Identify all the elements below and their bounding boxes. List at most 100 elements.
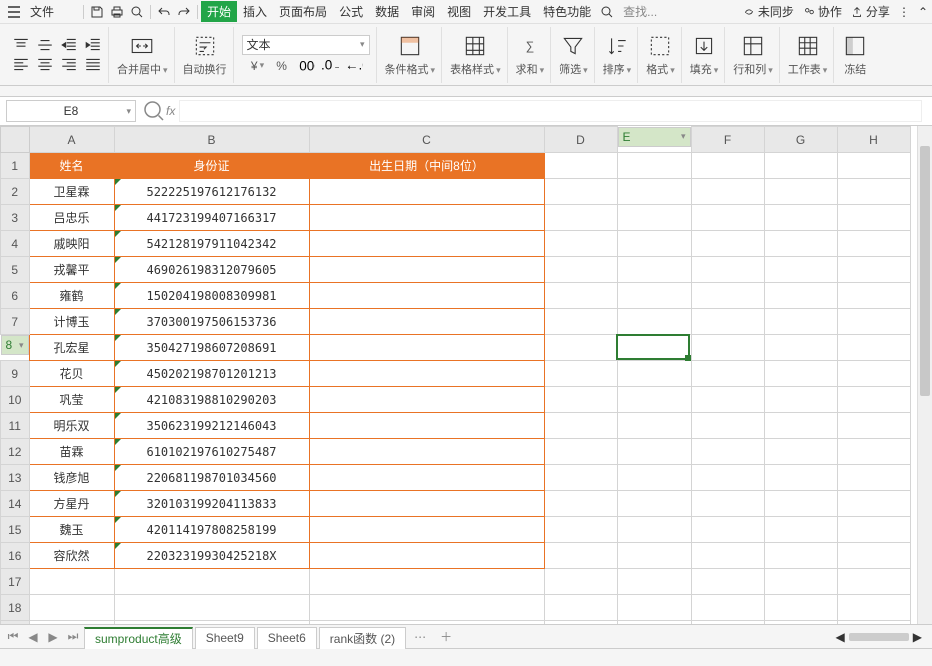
cell-C11[interactable] <box>309 413 544 439</box>
search-label[interactable]: 查找... <box>617 1 663 22</box>
search-icon[interactable] <box>599 4 615 20</box>
wrap-label[interactable]: 自动换行 <box>183 61 227 77</box>
cell-B1[interactable]: 身份证 <box>114 153 309 179</box>
cell-E3[interactable] <box>617 205 691 231</box>
cell-G6[interactable] <box>764 283 837 309</box>
row-header-3[interactable]: 3 <box>1 205 30 231</box>
cell-E12[interactable] <box>617 439 691 465</box>
cell-F11[interactable] <box>691 413 764 439</box>
sheet-tab-2[interactable]: Sheet6 <box>257 627 317 649</box>
col-header-A[interactable]: A <box>29 127 114 153</box>
cell-B5[interactable]: 469026198312079605 <box>114 257 309 283</box>
col-header-F[interactable]: F <box>691 127 764 153</box>
tab-formula[interactable]: 公式 <box>333 1 369 22</box>
cell-A14[interactable]: 方星丹 <box>29 491 114 517</box>
formula-input[interactable] <box>179 100 922 122</box>
cell-B9[interactable]: 450202198701201213 <box>114 361 309 387</box>
cell-G10[interactable] <box>764 387 837 413</box>
cell-A12[interactable]: 苗霖 <box>29 439 114 465</box>
cell-F16[interactable] <box>691 543 764 569</box>
row-header-19[interactable]: 19 <box>1 621 30 625</box>
row-header-18[interactable]: 18 <box>1 595 30 621</box>
cell-A5[interactable]: 戎馨平 <box>29 257 114 283</box>
undo-icon[interactable] <box>156 4 172 20</box>
cell-B16[interactable]: 22032319930425218X <box>114 543 309 569</box>
cell-A9[interactable]: 花贝 <box>29 361 114 387</box>
hscroll-thumb[interactable] <box>849 633 909 641</box>
menu-icon[interactable] <box>6 4 22 20</box>
cell-G8[interactable] <box>764 335 837 361</box>
cell-G18[interactable] <box>764 595 837 621</box>
cell-A10[interactable]: 巩莹 <box>29 387 114 413</box>
tab-first-icon[interactable]: ⏮ <box>4 629 22 644</box>
dec-dec-icon[interactable]: ←.0 <box>345 57 363 75</box>
tab-data[interactable]: 数据 <box>369 1 405 22</box>
cell-B6[interactable]: 150204198008309981 <box>114 283 309 309</box>
sync-status[interactable]: 未同步 <box>742 3 794 20</box>
align-center-icon[interactable] <box>36 56 54 74</box>
cell-F15[interactable] <box>691 517 764 543</box>
row-header-13[interactable]: 13 <box>1 465 30 491</box>
cell-C10[interactable] <box>309 387 544 413</box>
freeze-label[interactable]: 冻结 <box>844 61 866 77</box>
cell-C3[interactable] <box>309 205 544 231</box>
filter-icon[interactable] <box>560 33 586 59</box>
cell-H18[interactable] <box>837 595 910 621</box>
cell-H11[interactable] <box>837 413 910 439</box>
cell-B3[interactable]: 441723199407166317 <box>114 205 309 231</box>
cell-E11[interactable] <box>617 413 691 439</box>
cell-B7[interactable]: 370300197506153736 <box>114 309 309 335</box>
spreadsheet-table[interactable]: ABCDEFGH1姓名身份证出生日期（中间8位）2卫星霖522225197612… <box>0 126 911 624</box>
tablestyle-icon[interactable] <box>462 33 488 59</box>
row-header-5[interactable]: 5 <box>1 257 30 283</box>
cell-G3[interactable] <box>764 205 837 231</box>
cell-D3[interactable] <box>544 205 617 231</box>
cell-C9[interactable] <box>309 361 544 387</box>
cell-H7[interactable] <box>837 309 910 335</box>
tab-insert[interactable]: 插入 <box>237 1 273 22</box>
wrap-icon[interactable] <box>192 33 218 59</box>
cell-D4[interactable] <box>544 231 617 257</box>
cell-B17[interactable] <box>114 569 309 595</box>
cell-B13[interactable]: 220681198701034560 <box>114 465 309 491</box>
cell-E18[interactable] <box>617 595 691 621</box>
row-header-10[interactable]: 10 <box>1 387 30 413</box>
rowcol-icon[interactable] <box>740 33 766 59</box>
zoom-search-icon[interactable] <box>142 99 166 123</box>
cell-B12[interactable]: 610102197610275487 <box>114 439 309 465</box>
scrollbar-thumb[interactable] <box>920 146 930 396</box>
cell-A2[interactable]: 卫星霖 <box>29 179 114 205</box>
col-header-H[interactable]: H <box>837 127 910 153</box>
cell-D13[interactable] <box>544 465 617 491</box>
tab-last-icon[interactable]: ⏭ <box>64 629 82 644</box>
cell-D1[interactable] <box>544 153 617 179</box>
tab-add-icon[interactable]: ＋ <box>434 628 458 645</box>
cell-E9[interactable] <box>617 361 691 387</box>
tab-review[interactable]: 审阅 <box>405 1 441 22</box>
sort-label[interactable]: 排序 <box>603 61 632 77</box>
name-box[interactable]: E8 <box>6 100 136 122</box>
cell-H3[interactable] <box>837 205 910 231</box>
row-header-2[interactable]: 2 <box>1 179 30 205</box>
condfmt-icon[interactable] <box>397 33 423 59</box>
cell-D17[interactable] <box>544 569 617 595</box>
cell-A15[interactable]: 魏玉 <box>29 517 114 543</box>
row-header-7[interactable]: 7 <box>1 309 30 335</box>
cell-D18[interactable] <box>544 595 617 621</box>
cell-E15[interactable] <box>617 517 691 543</box>
number-format-select[interactable]: 文本 <box>242 35 370 55</box>
cell-F17[interactable] <box>691 569 764 595</box>
cell-C15[interactable] <box>309 517 544 543</box>
cell-F6[interactable] <box>691 283 764 309</box>
cell-G11[interactable] <box>764 413 837 439</box>
hscroll-right-icon[interactable]: ▶ <box>913 630 922 644</box>
cell-G9[interactable] <box>764 361 837 387</box>
share-button[interactable]: 分享 <box>850 3 890 20</box>
row-header-12[interactable]: 12 <box>1 439 30 465</box>
cell-D15[interactable] <box>544 517 617 543</box>
cell-D19[interactable] <box>544 621 617 625</box>
dec-inc-icon[interactable]: .0→ <box>321 57 339 75</box>
cell-C2[interactable] <box>309 179 544 205</box>
cell-B11[interactable]: 350623199212146043 <box>114 413 309 439</box>
tab-more-icon[interactable]: ⋯ <box>408 630 432 644</box>
